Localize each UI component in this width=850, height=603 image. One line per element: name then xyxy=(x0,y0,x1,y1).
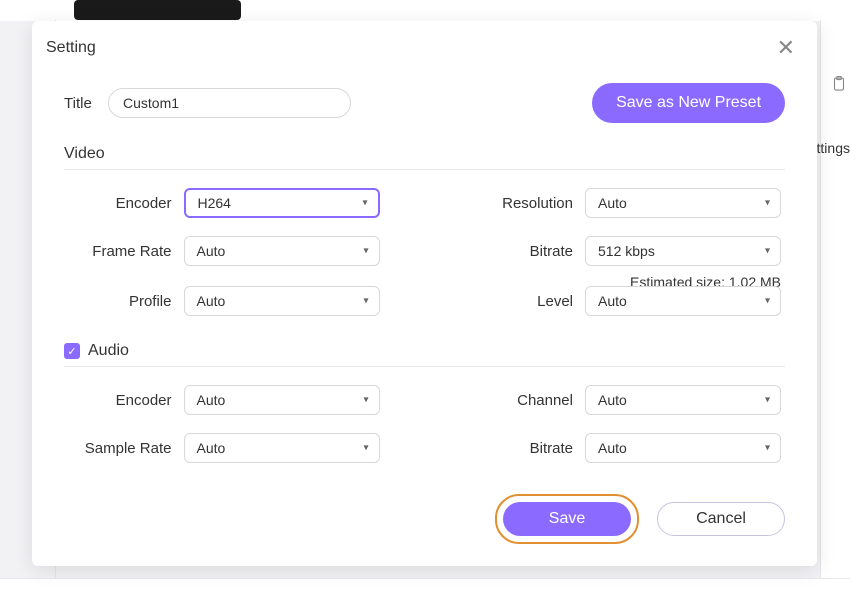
audio-section-heading: Audio xyxy=(88,342,129,360)
chevron-down-icon: ▾ xyxy=(765,198,770,209)
close-icon[interactable]: ✕ xyxy=(775,35,797,61)
video-profile-select[interactable]: Auto ▾ xyxy=(184,286,380,316)
chevron-down-icon: ▾ xyxy=(363,443,368,454)
audio-channel-select[interactable]: Auto ▾ xyxy=(585,385,781,415)
title-input[interactable] xyxy=(108,88,351,118)
video-resolution-select[interactable]: Auto ▾ xyxy=(585,188,781,218)
chevron-down-icon: ▾ xyxy=(363,296,368,307)
bg-tab-text: ttings xyxy=(817,140,850,156)
chevron-down-icon: ▾ xyxy=(765,246,770,257)
video-encoder-label: Encoder xyxy=(116,195,172,212)
audio-bitrate-label: Bitrate xyxy=(530,440,573,457)
settings-dialog: Setting ✕ Title Save as New Preset Video… xyxy=(32,21,817,566)
video-level-label: Level xyxy=(537,293,573,310)
chevron-down-icon: ▾ xyxy=(765,296,770,307)
video-section-heading: Video xyxy=(64,145,785,170)
video-encoder-select[interactable]: H264 ▾ xyxy=(184,188,380,218)
title-label: Title xyxy=(64,95,94,112)
audio-enable-checkbox[interactable]: ✓ xyxy=(64,343,80,359)
video-profile-label: Profile xyxy=(129,293,172,310)
save-button[interactable]: Save xyxy=(503,502,631,536)
chevron-down-icon: ▾ xyxy=(765,443,770,454)
audio-bitrate-select[interactable]: Auto ▾ xyxy=(585,433,781,463)
chevron-down-icon: ▾ xyxy=(363,395,368,406)
video-bitrate-label: Bitrate xyxy=(530,243,573,260)
audio-channel-label: Channel xyxy=(517,392,573,409)
clipboard-icon xyxy=(830,75,848,98)
video-resolution-label: Resolution xyxy=(502,195,573,212)
video-bitrate-select[interactable]: 512 kbps ▾ xyxy=(585,236,781,266)
chevron-down-icon: ▾ xyxy=(362,198,367,209)
audio-samplerate-select[interactable]: Auto ▾ xyxy=(184,433,380,463)
video-level-select[interactable]: Auto ▾ xyxy=(585,286,781,316)
audio-encoder-label: Encoder xyxy=(116,392,172,409)
video-framerate-select[interactable]: Auto ▾ xyxy=(184,236,380,266)
cancel-button[interactable]: Cancel xyxy=(657,502,785,536)
audio-encoder-select[interactable]: Auto ▾ xyxy=(184,385,380,415)
dialog-title: Setting xyxy=(46,39,96,57)
save-as-new-preset-button[interactable]: Save as New Preset xyxy=(592,83,785,123)
video-framerate-label: Frame Rate xyxy=(92,243,171,260)
chevron-down-icon: ▾ xyxy=(765,395,770,406)
save-button-highlight: Save xyxy=(495,494,639,544)
audio-samplerate-label: Sample Rate xyxy=(85,440,172,457)
chevron-down-icon: ▾ xyxy=(363,246,368,257)
